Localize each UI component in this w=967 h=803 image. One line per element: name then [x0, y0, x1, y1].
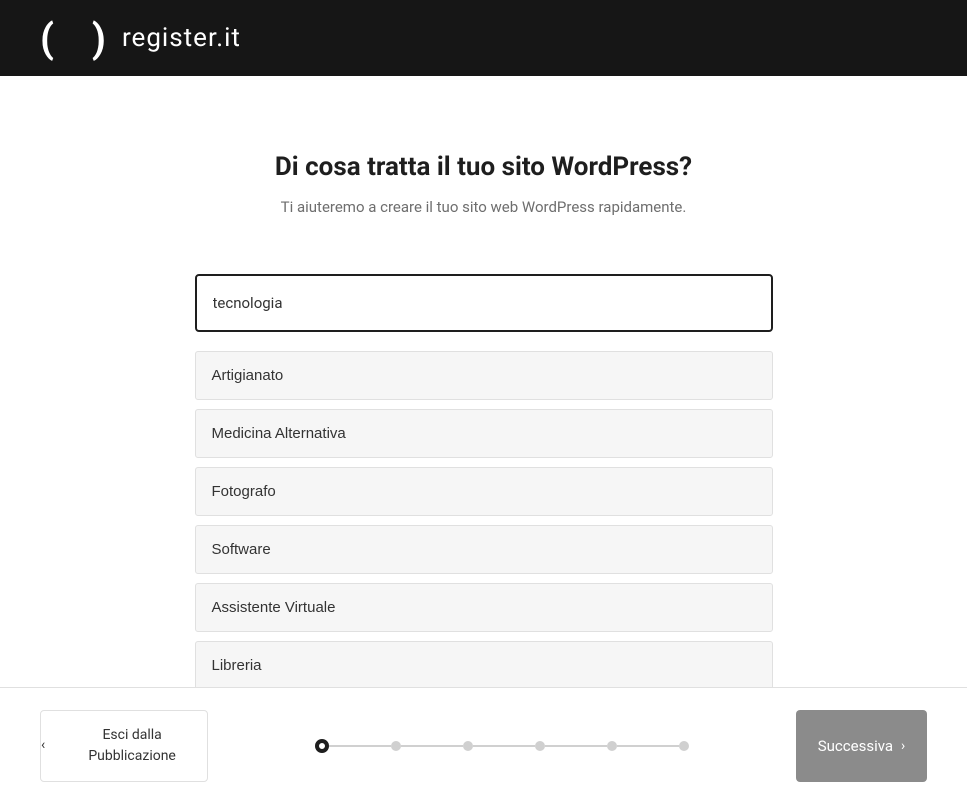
form-area: Artigianato Medicina Alternativa Fotogra… [195, 274, 773, 690]
next-button[interactable]: Successiva › [796, 710, 927, 782]
step-line [617, 745, 679, 747]
step-line [473, 745, 535, 747]
header: ( ) register.it [0, 0, 967, 76]
main-content: Di cosa tratta il tuo sito WordPress? Ti… [0, 76, 967, 690]
step-dot [679, 741, 689, 751]
footer: ‹ Esci dalla Pubblicazione Successiva › [0, 687, 967, 803]
step-dot [535, 741, 545, 751]
step-line [329, 745, 391, 747]
option-item[interactable]: Fotografo [195, 467, 773, 516]
step-dot [607, 741, 617, 751]
topic-input[interactable] [195, 274, 773, 332]
page-heading: Di cosa tratta il tuo sito WordPress? [0, 152, 967, 182]
logo-text: register.it [122, 23, 241, 53]
option-item[interactable]: Artigianato [195, 351, 773, 400]
option-item[interactable]: Software [195, 525, 773, 574]
option-item[interactable]: Libreria [195, 641, 773, 690]
step-dot [463, 741, 473, 751]
option-item[interactable]: Medicina Alternativa [195, 409, 773, 458]
chevron-right-icon: › [901, 738, 905, 754]
step-dot-active [315, 739, 329, 753]
progress-stepper [315, 739, 689, 753]
chevron-left-icon: ‹ [41, 735, 45, 756]
logo-icon: ( ) [40, 15, 120, 62]
page-subheading: Ti aiuteremo a creare il tuo sito web Wo… [0, 198, 967, 216]
step-line [545, 745, 607, 747]
option-item[interactable]: Assistente Virtuale [195, 583, 773, 632]
options-list: Artigianato Medicina Alternativa Fotogra… [195, 351, 773, 690]
exit-button[interactable]: ‹ Esci dalla Pubblicazione [40, 710, 208, 782]
next-button-label: Successiva [818, 737, 893, 755]
exit-button-label: Esci dalla Pubblicazione [57, 725, 207, 767]
step-line [401, 745, 463, 747]
logo: ( ) register.it [40, 15, 241, 62]
step-dot [391, 741, 401, 751]
